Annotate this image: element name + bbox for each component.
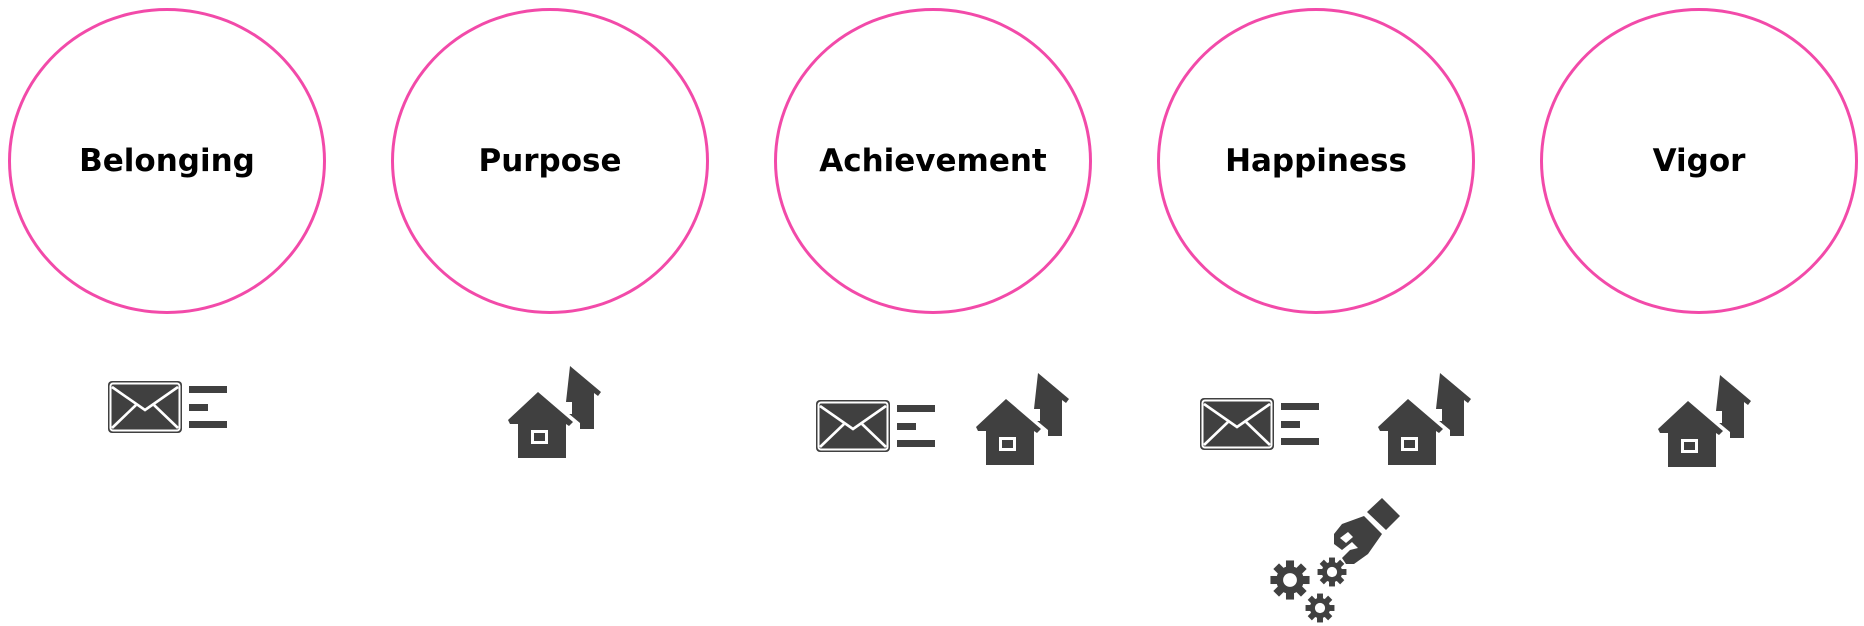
houses-icon xyxy=(504,366,601,462)
houses-icon xyxy=(972,373,1069,469)
category-label: Vigor xyxy=(1652,143,1746,179)
category-label: Belonging xyxy=(79,143,255,179)
category-label: Happiness xyxy=(1225,143,1407,179)
category-circle-achievement: Achievement xyxy=(774,8,1092,314)
houses-icon xyxy=(1654,375,1751,471)
hand-gears-icon xyxy=(1270,498,1400,623)
category-circle-belonging: Belonging xyxy=(8,8,326,314)
houses-icon xyxy=(1374,373,1471,469)
mail-list-icon xyxy=(1198,396,1321,452)
mail-list-icon xyxy=(814,398,937,454)
category-label: Purpose xyxy=(478,143,622,179)
category-circle-vigor: Vigor xyxy=(1540,8,1858,314)
category-circle-happiness: Happiness xyxy=(1157,8,1475,314)
category-circle-purpose: Purpose xyxy=(391,8,709,314)
mail-list-icon xyxy=(106,379,229,435)
category-label: Achievement xyxy=(819,143,1047,179)
